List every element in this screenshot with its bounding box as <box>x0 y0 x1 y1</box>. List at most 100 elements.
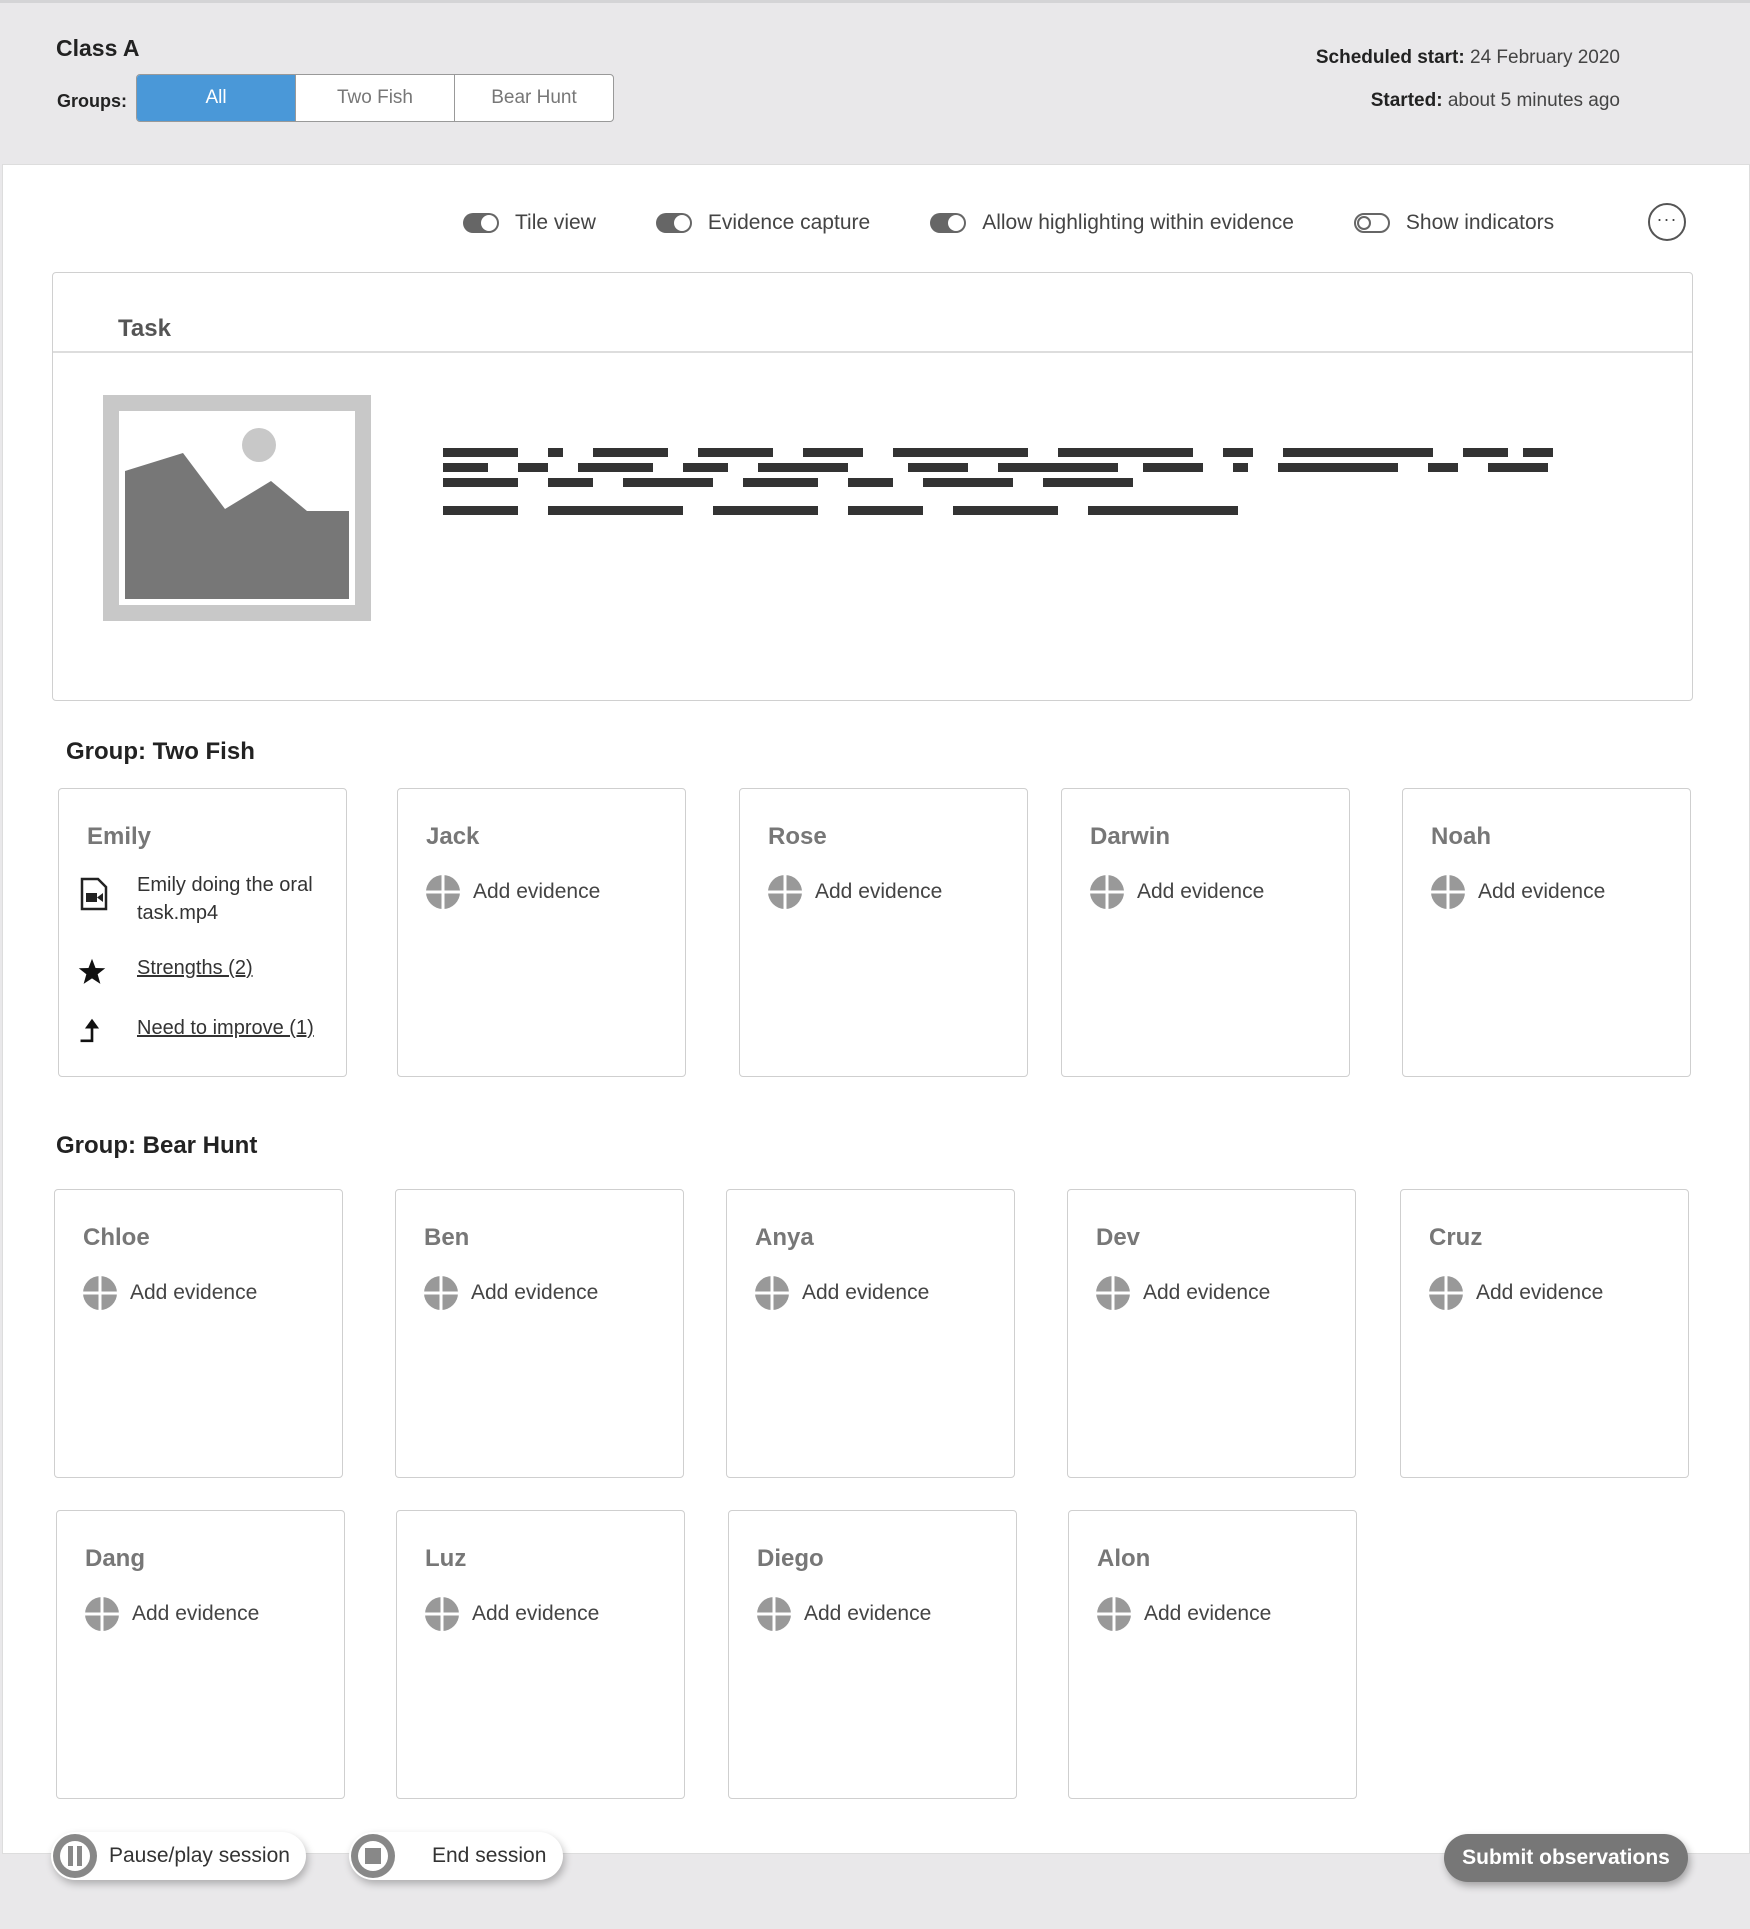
scheduled-start-value: 24 February 2020 <box>1470 47 1620 68</box>
end-session-button[interactable]: End session <box>349 1832 563 1880</box>
student-card-noah[interactable]: Noah Add evidence <box>1402 788 1691 1077</box>
add-evidence-label: Add evidence <box>1476 1281 1604 1304</box>
add-evidence-button[interactable]: Add evidence <box>425 1597 599 1631</box>
student-name: Cruz <box>1429 1224 1483 1251</box>
scheduled-start-label: Scheduled start: <box>1315 47 1465 68</box>
add-circle-icon <box>1096 1276 1130 1310</box>
evidence-file-name: Emily doing the oral task.mp4 <box>137 874 313 924</box>
student-name: Diego <box>757 1545 824 1572</box>
add-circle-icon <box>425 1597 459 1631</box>
started-time: Started: about 5 minutes ago <box>1371 90 1620 112</box>
add-circle-icon <box>1429 1276 1463 1310</box>
toggle-label: Evidence capture <box>707 211 871 234</box>
pause-play-session-button[interactable]: Pause/play session <box>51 1832 306 1880</box>
student-name: Jack <box>426 823 480 850</box>
submit-observations-button[interactable]: Submit observations <box>1444 1834 1688 1882</box>
add-circle-icon <box>1090 875 1124 909</box>
add-evidence-button[interactable]: Add evidence <box>85 1597 259 1631</box>
toggle-label: Show indicators <box>1405 211 1555 234</box>
student-card-darwin[interactable]: Darwin Add evidence <box>1061 788 1350 1077</box>
add-evidence-button[interactable]: Add evidence <box>1097 1597 1271 1631</box>
toggle-switch-icon[interactable] <box>1353 213 1390 233</box>
add-evidence-label: Add evidence <box>1143 1281 1271 1304</box>
add-evidence-button[interactable]: Add evidence <box>83 1276 257 1310</box>
add-evidence-label: Add evidence <box>1144 1602 1272 1625</box>
session-header: Class A Groups: All Two Fish Bear Hunt S… <box>0 0 1750 164</box>
add-evidence-button[interactable]: Add evidence <box>426 875 600 909</box>
student-card-jack[interactable]: Jack Add evidence <box>397 788 686 1077</box>
toggle-label: Tile view <box>515 211 596 234</box>
add-evidence-button[interactable]: Add evidence <box>1096 1276 1270 1310</box>
toggle-switch-icon[interactable] <box>930 213 967 233</box>
student-card-luz[interactable]: Luz Add evidence <box>396 1510 685 1799</box>
add-evidence-button[interactable]: Add evidence <box>424 1276 598 1310</box>
student-name: Dev <box>1096 1224 1141 1251</box>
task-card: Task <box>52 272 1693 701</box>
student-name: Emily <box>87 823 152 850</box>
student-card-rose[interactable]: Rose Add evidence <box>739 788 1028 1077</box>
add-evidence-label: Add evidence <box>132 1602 260 1625</box>
add-evidence-button[interactable]: Add evidence <box>1090 875 1264 909</box>
strengths-link[interactable]: Strengths (2) <box>137 957 253 980</box>
group-filter-two-fish[interactable]: Two Fish <box>296 75 455 121</box>
toggle-switch-icon[interactable] <box>463 213 499 233</box>
student-card-dang[interactable]: Dang Add evidence <box>56 1510 345 1799</box>
add-circle-icon <box>85 1597 119 1631</box>
toggle-tile-view[interactable]: Tile view <box>463 211 596 235</box>
add-evidence-label: Add evidence <box>815 880 943 903</box>
add-evidence-label: Add evidence <box>804 1602 932 1625</box>
student-name: Ben <box>424 1224 470 1251</box>
toggle-switch-icon[interactable] <box>655 213 692 233</box>
add-evidence-button[interactable]: Add evidence <box>757 1597 931 1631</box>
evidence-file-row[interactable]: Emily doing the oral task.mp4 <box>77 871 327 927</box>
group-title-bear-hunt: Group: Bear Hunt <box>56 1132 258 1159</box>
add-evidence-label: Add evidence <box>473 880 601 903</box>
more-options-button[interactable]: ··· <box>1648 203 1686 241</box>
image-placeholder-icon <box>103 395 371 621</box>
task-title: Task <box>118 315 171 342</box>
pause-play-label: Pause/play session <box>109 1844 290 1867</box>
student-card-alon[interactable]: Alon Add evidence <box>1068 1510 1357 1799</box>
student-card-emily[interactable]: Emily Emily doing the oral task.mp4 Stre… <box>58 788 347 1077</box>
student-card-anya[interactable]: Anya Add evidence <box>726 1189 1015 1478</box>
toggle-show-indicators[interactable]: Show indicators <box>1353 211 1555 235</box>
add-evidence-button[interactable]: Add evidence <box>1429 1276 1603 1310</box>
add-evidence-label: Add evidence <box>1137 880 1265 903</box>
student-name: Rose <box>768 823 827 850</box>
add-evidence-button[interactable]: Add evidence <box>755 1276 929 1310</box>
add-circle-icon <box>757 1597 791 1631</box>
add-evidence-button[interactable]: Add evidence <box>768 875 942 909</box>
student-name: Luz <box>425 1545 467 1572</box>
student-name: Chloe <box>83 1224 150 1251</box>
scheduled-start: Scheduled start: 24 February 2020 <box>1316 47 1620 69</box>
student-card-diego[interactable]: Diego Add evidence <box>728 1510 1017 1799</box>
redacted-text-lines-icon <box>443 448 1553 515</box>
add-evidence-label: Add evidence <box>472 1602 600 1625</box>
class-title: Class A <box>56 35 140 61</box>
started-value: about 5 minutes ago <box>1447 90 1620 111</box>
group-filter-segmented-control: All Two Fish Bear Hunt <box>136 74 614 122</box>
improve-row[interactable]: Need to improve (1) <box>77 1017 314 1047</box>
need-to-improve-link[interactable]: Need to improve (1) <box>137 1017 314 1040</box>
add-circle-icon <box>755 1276 789 1310</box>
group-filter-all[interactable]: All <box>137 75 296 121</box>
strengths-row[interactable]: Strengths (2) <box>77 957 253 987</box>
pause-icon <box>53 1834 97 1878</box>
add-circle-icon <box>426 875 460 909</box>
video-file-icon <box>80 877 108 911</box>
student-card-ben[interactable]: Ben Add evidence <box>395 1189 684 1478</box>
add-evidence-button[interactable]: Add evidence <box>1431 875 1605 909</box>
end-session-label: End session <box>432 1844 547 1867</box>
add-circle-icon <box>424 1276 458 1310</box>
started-label: Started: <box>1370 90 1443 111</box>
task-header: Task <box>53 273 1692 353</box>
add-evidence-label: Add evidence <box>130 1281 258 1304</box>
add-circle-icon <box>768 875 802 909</box>
student-card-chloe[interactable]: Chloe Add evidence <box>54 1189 343 1478</box>
student-card-dev[interactable]: Dev Add evidence <box>1067 1189 1356 1478</box>
toggle-evidence-capture[interactable]: Evidence capture <box>655 211 871 235</box>
student-name: Noah <box>1431 823 1491 850</box>
toggle-allow-highlighting[interactable]: Allow highlighting within evidence <box>930 211 1294 235</box>
group-filter-bear-hunt[interactable]: Bear Hunt <box>455 75 613 121</box>
student-card-cruz[interactable]: Cruz Add evidence <box>1400 1189 1689 1478</box>
